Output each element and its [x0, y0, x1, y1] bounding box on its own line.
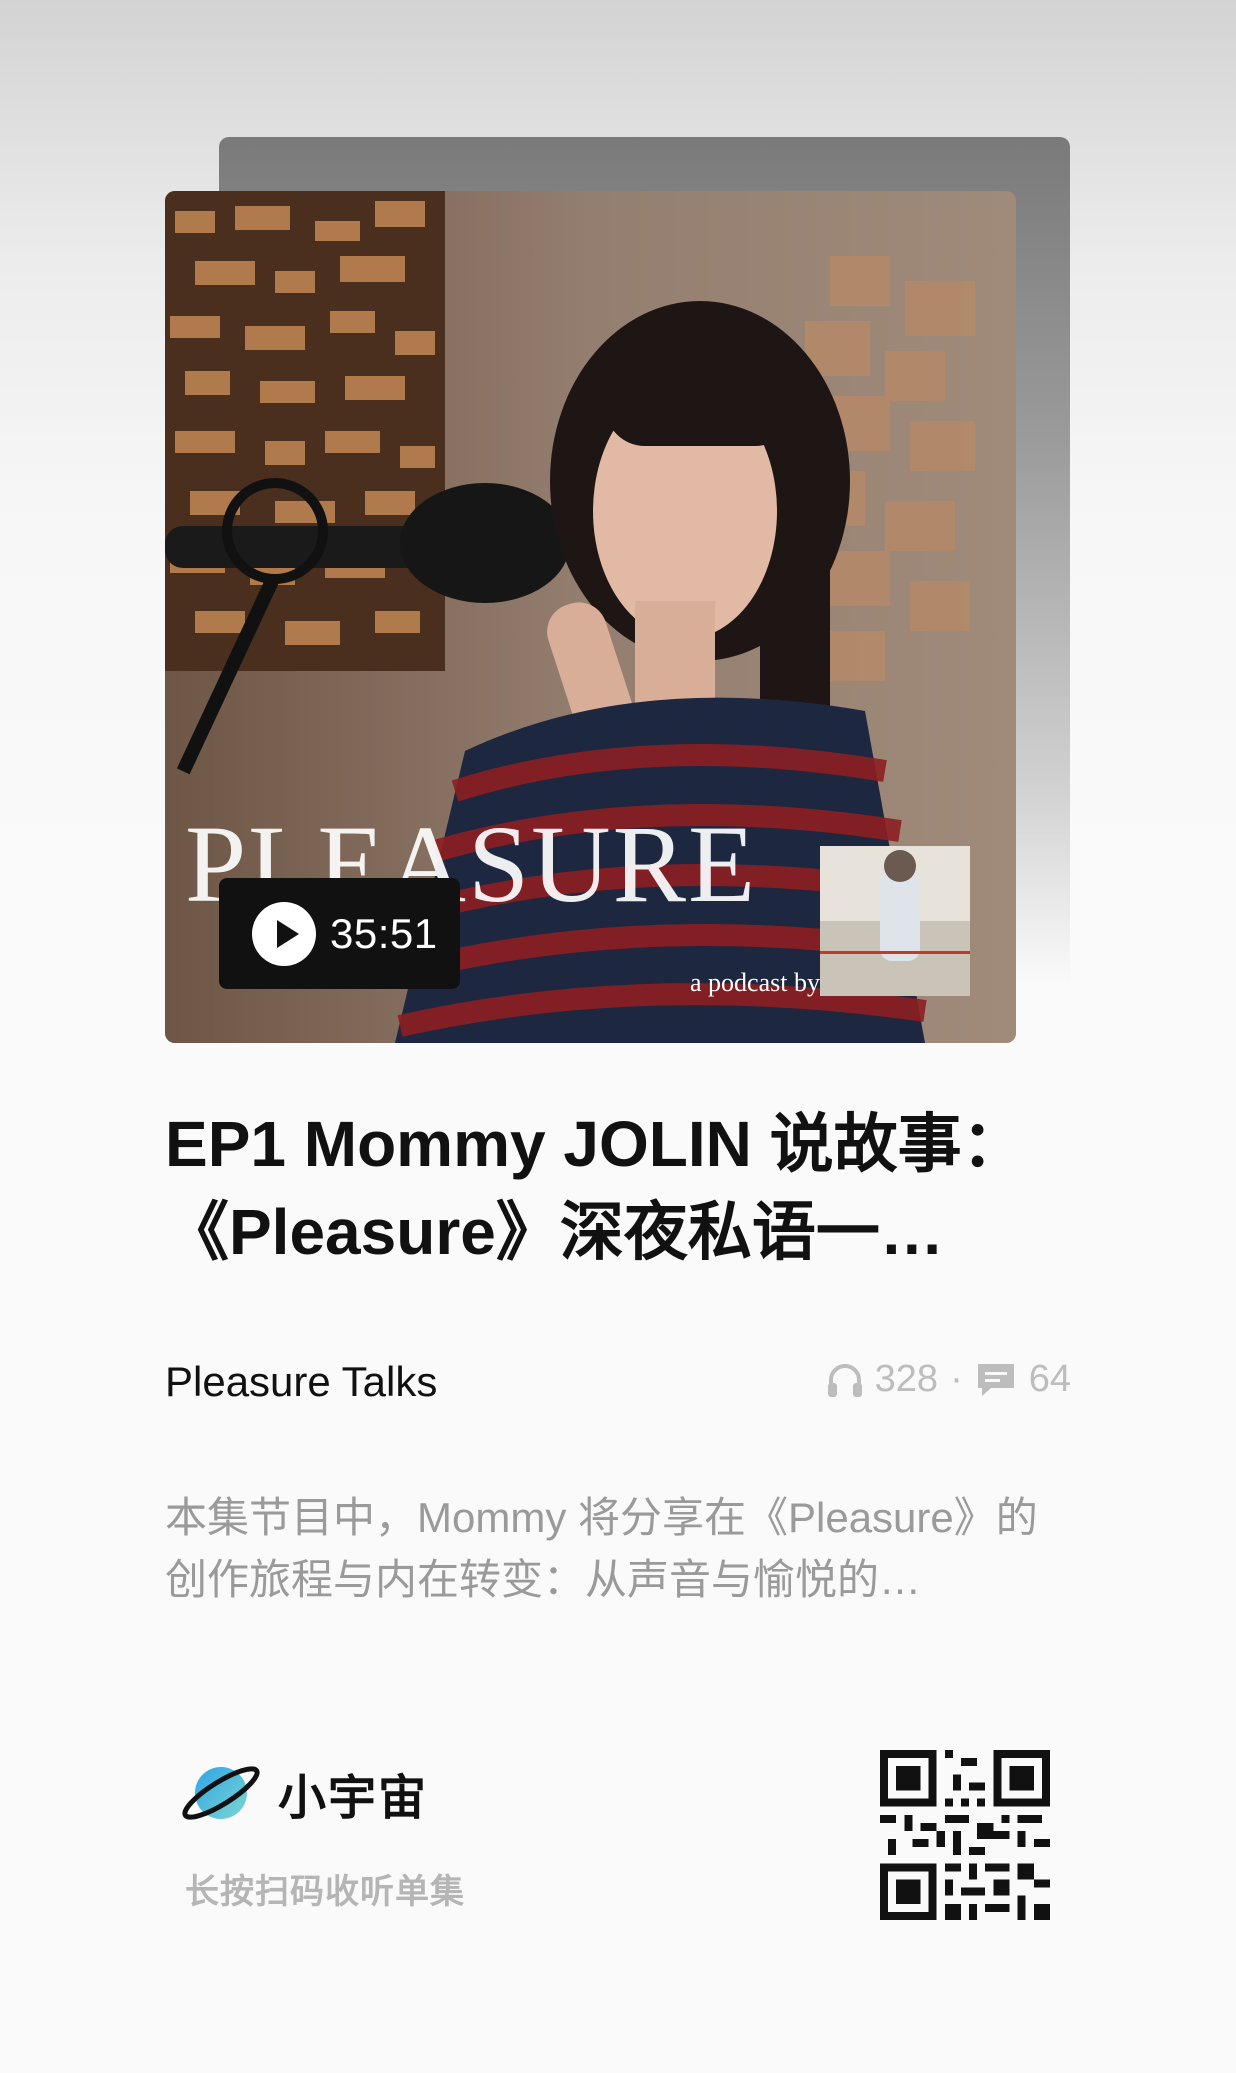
brand-logo: 小宇宙 [178, 1758, 428, 1828]
scan-hint: 长按扫码收听单集 [185, 1873, 465, 1911]
episode-duration: 35:51 [330, 909, 438, 957]
episode-title: EP1 Mommy JOLIN 说故事：《Pleasure》深夜私语一… [165, 1108, 1026, 1268]
show-name[interactable]: Pleasure Talks [165, 1358, 437, 1406]
play-count: 328 [874, 1358, 939, 1400]
stats-separator: · [950, 1358, 963, 1400]
comment-icon [977, 1363, 1014, 1396]
cover-subtext: a podcast by [690, 968, 820, 997]
play-icon[interactable] [252, 901, 316, 966]
brand-name: 小宇宙 [278, 1772, 429, 1825]
episode-description: 本集节目中，Mommy 将分享在《Pleasure》的创作旅程与内在转变：从声音… [165, 1494, 1038, 1603]
play-duration-button[interactable]: 35:51 [219, 878, 460, 989]
planet-logo-icon [182, 1766, 260, 1820]
episode-stats: 328 · 64 [825, 1358, 1071, 1401]
headphones-icon [827, 1363, 862, 1397]
qr-code-icon[interactable] [880, 1750, 1050, 1920]
comment-count: 64 [1028, 1358, 1071, 1400]
